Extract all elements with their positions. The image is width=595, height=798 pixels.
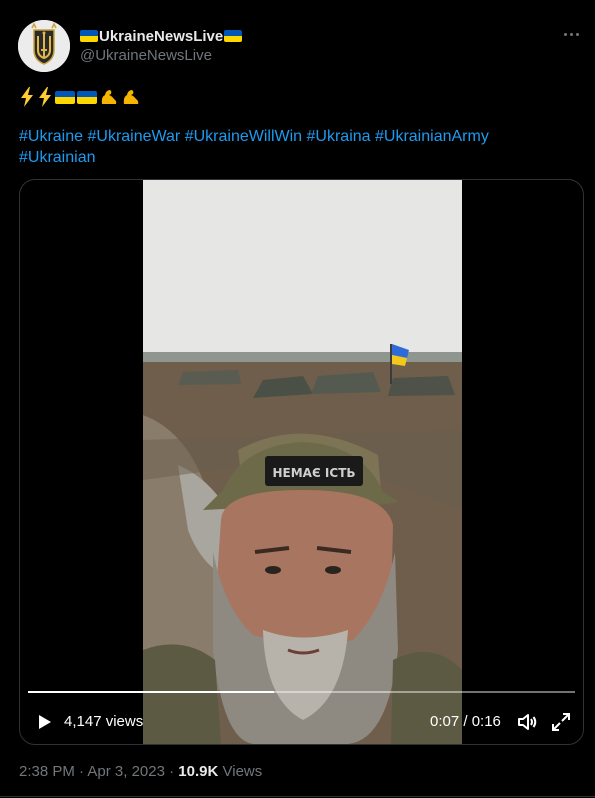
ukraine-flag-emoji <box>55 90 75 104</box>
video-controls: 4,147 views 0:07 / 0:16 <box>20 700 583 744</box>
flexed-biceps-emoji <box>101 90 117 104</box>
hashtag-link[interactable]: #Ukraine <box>19 128 83 145</box>
more-options-icon[interactable] <box>559 24 583 44</box>
hashtag-link[interactable]: #Ukrainian <box>19 149 95 166</box>
tweet: UkraineNewsLive @UkraineNewsLive #Ukrain… <box>0 0 595 798</box>
views-word: Views <box>222 763 263 780</box>
ukraine-flag-icon <box>224 30 243 42</box>
lightning-emoji <box>39 87 51 107</box>
video-progress-fill <box>28 691 275 693</box>
meta-separator: · <box>169 763 175 780</box>
ukraine-flag-emoji <box>77 90 97 104</box>
author-handle[interactable]: @UkraineNewsLive <box>80 47 212 64</box>
meta-separator: · <box>79 763 85 780</box>
tweet-meta: 2:38 PM · Apr 3, 2023 · 10.9K Views <box>19 762 262 782</box>
lightning-emoji <box>21 87 33 107</box>
author-name-row[interactable]: UkraineNewsLive <box>80 27 243 45</box>
author-avatar[interactable] <box>18 20 70 72</box>
volume-icon[interactable] <box>516 711 538 733</box>
hashtag-link[interactable]: #Ukraina <box>307 128 371 145</box>
video-still-image: НЕМАЄ ІСТЬ <box>143 180 462 744</box>
video-views-label: 4,147 views <box>64 713 144 730</box>
tweet-emoji-text <box>19 86 141 108</box>
hashtag-link[interactable]: #UkrainianArmy <box>375 128 489 145</box>
video-time-label: 0:07 / 0:16 <box>430 713 501 730</box>
views-count: 10.9K <box>178 763 219 780</box>
video-progress-bar[interactable] <box>28 691 575 693</box>
fullscreen-icon[interactable] <box>550 711 572 733</box>
divider <box>0 796 595 797</box>
hashtag-link[interactable]: #UkraineWillWin <box>185 128 302 145</box>
author-display-name[interactable]: UkraineNewsLive <box>99 28 223 45</box>
hashtag-link[interactable]: #UkraineWar <box>87 128 180 145</box>
ukraine-flag-icon <box>80 30 98 42</box>
video-player[interactable]: НЕМАЄ ІСТЬ 4,147 views 0:07 / 0:16 <box>19 179 584 745</box>
tweet-time[interactable]: 2:38 PM <box>19 763 75 780</box>
tweet-date[interactable]: Apr 3, 2023 <box>87 763 165 780</box>
tweet-hashtags: #Ukraine #UkraineWar #UkraineWillWin #Uk… <box>19 126 579 168</box>
video-frame[interactable]: НЕМАЄ ІСТЬ <box>143 180 462 744</box>
play-icon[interactable] <box>34 712 54 732</box>
cap-patch-text: НЕМАЄ ІСТЬ <box>272 466 355 480</box>
flexed-biceps-emoji <box>123 90 139 104</box>
trident-coat-of-arms-icon <box>18 20 70 72</box>
